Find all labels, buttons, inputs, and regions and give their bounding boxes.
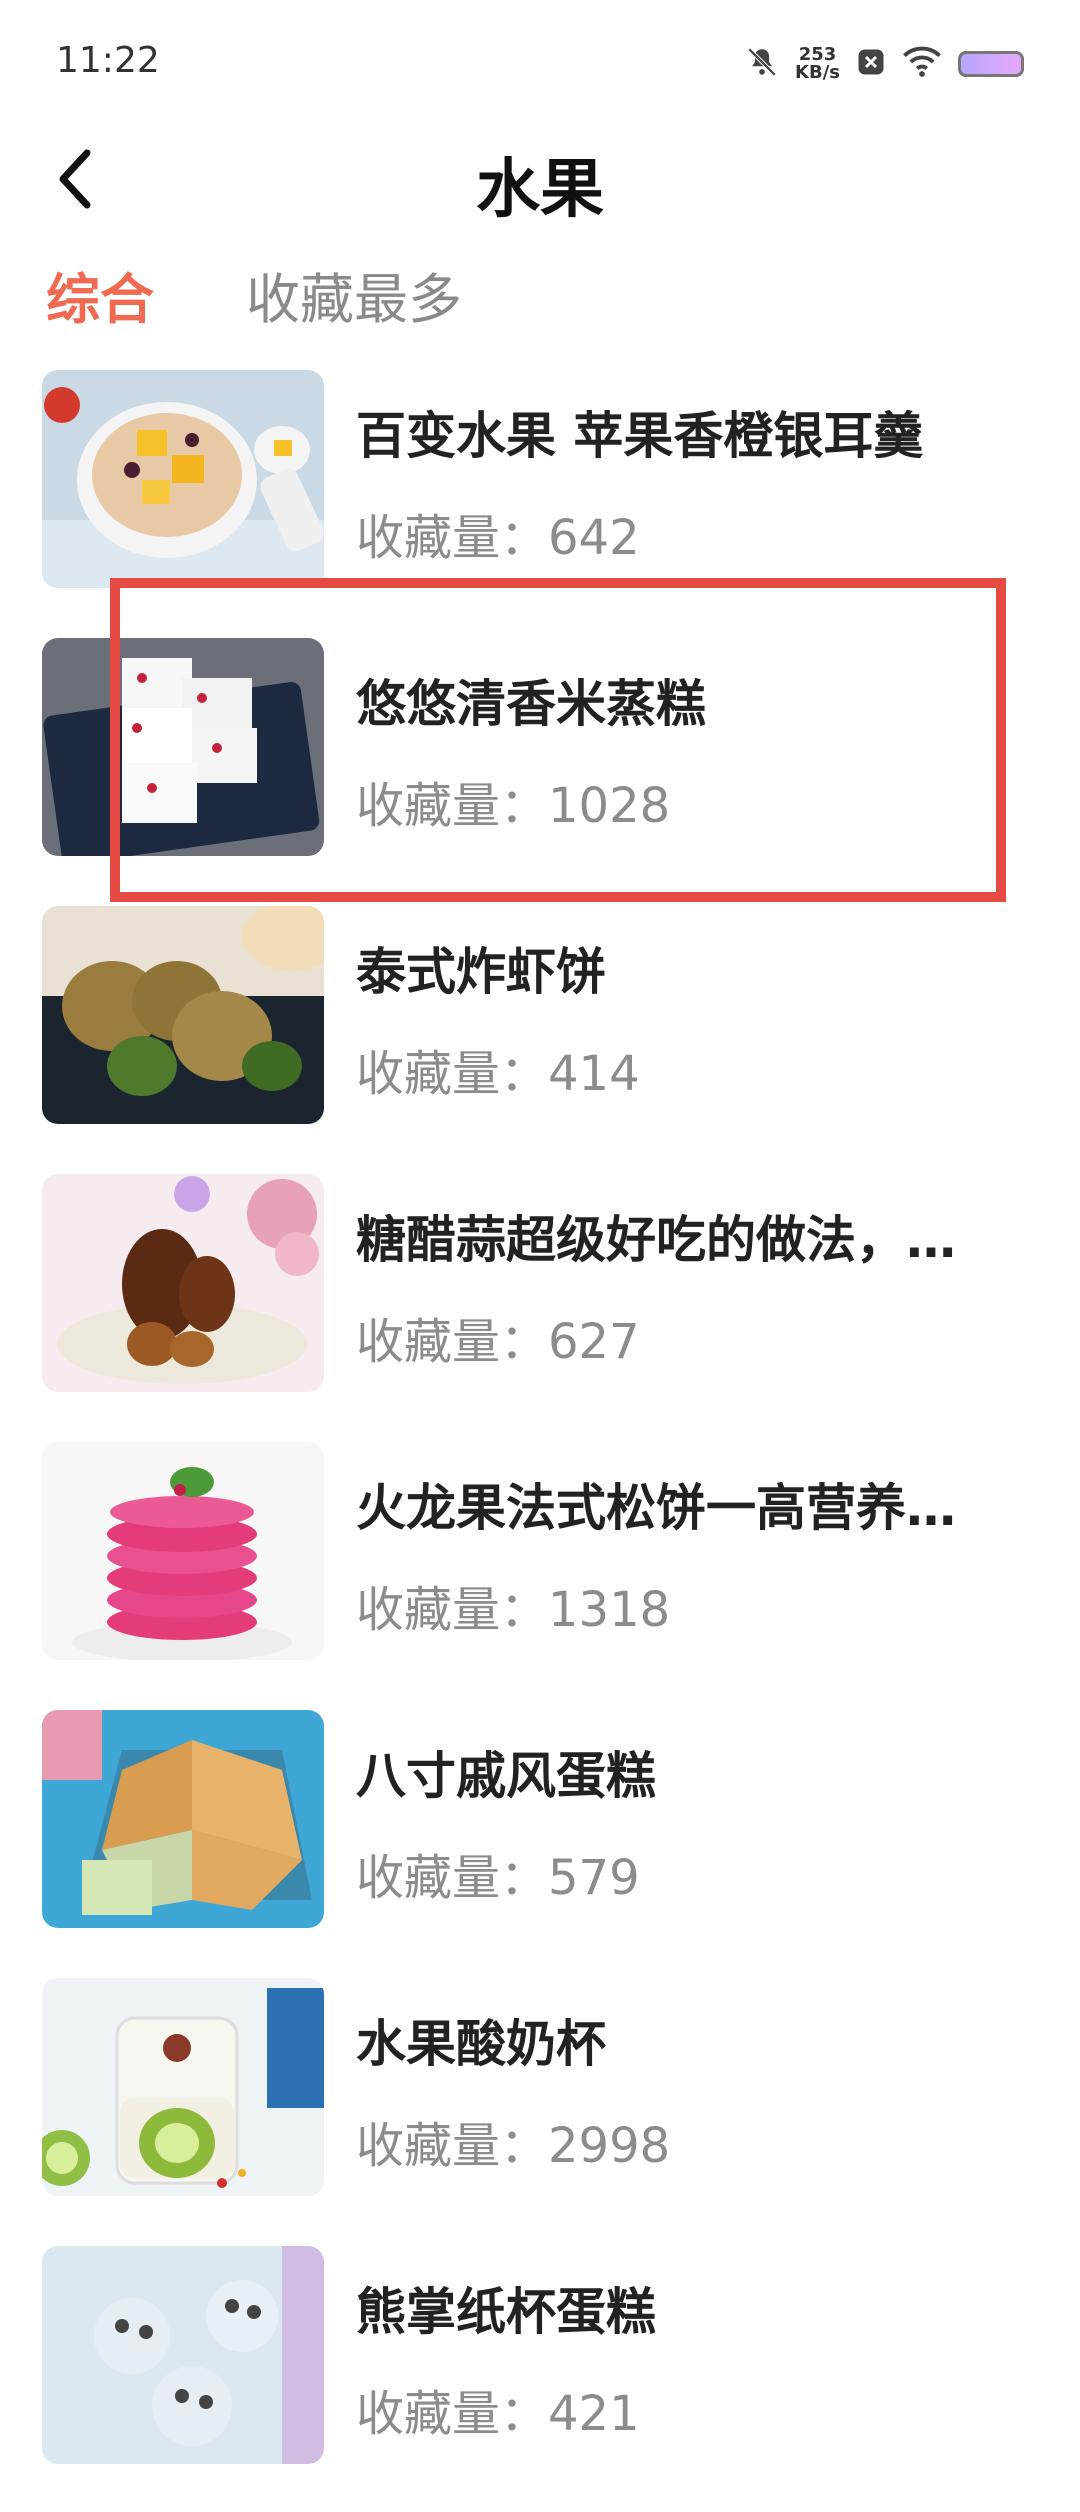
header: 水果 [0,120,1080,240]
favorite-count: 收藏量：2998 [356,2106,670,2176]
recipe-thumbnail [42,1710,324,1928]
favorite-count: 收藏量：642 [356,498,640,568]
recipe-thumbnail [42,638,324,856]
list-item[interactable]: 糖醋蒜超级好吃的做法，… 收藏量：627 [0,1172,1080,1440]
blocked-app-icon [856,47,886,81]
recipe-thumbnail [42,2246,324,2464]
favorite-count: 收藏量：414 [356,1034,640,1104]
favorite-count: 收藏量：421 [356,2374,640,2444]
recipe-thumbnail [42,906,324,1124]
favorite-value: 1028 [548,778,671,834]
status-time: 11:22 [56,40,160,81]
favorite-count: 收藏量：1318 [356,1570,670,1640]
list-item[interactable]: 熊掌纸杯蛋糕 收藏量：421 [0,2244,1080,2512]
favorite-value: 642 [548,510,640,566]
recipe-title: 糖醋蒜超级好吃的做法，… [356,1211,956,1269]
status-icons: 253 KB/s [745,40,1024,88]
mute-bell-icon [745,45,779,83]
list-item[interactable]: 火龙果法式松饼一高营养… 收藏量：1318 [0,1440,1080,1708]
favorite-value: 414 [548,1046,640,1102]
wifi-icon [902,46,942,82]
list-item[interactable]: 百变水果 苹果香橙银耳羹 收藏量：642 [0,368,1080,636]
net-speed-unit: KB/s [795,62,840,83]
recipe-thumbnail [42,1174,324,1392]
favorite-label: 收藏量： [356,510,549,566]
favorite-count: 收藏量：1028 [356,766,670,836]
list-item[interactable]: 悠悠清香米蒸糕 收藏量：1028 [0,636,1080,904]
favorite-value: 627 [548,1314,640,1370]
recipe-title: 水果酸奶杯 [356,2015,606,2073]
favorite-label: 收藏量： [356,1582,549,1638]
favorite-label: 收藏量： [356,1046,549,1102]
favorite-label: 收藏量： [356,2118,549,2174]
list-item[interactable]: 泰式炸虾饼 收藏量：414 [0,904,1080,1172]
recipe-title: 泰式炸虾饼 [356,943,606,1001]
recipe-title: 火龙果法式松饼一高营养… [356,1479,956,1537]
net-speed: 253 KB/s [795,46,840,82]
favorite-label: 收藏量： [356,1850,549,1906]
favorite-label: 收藏量： [356,1314,549,1370]
list-item[interactable]: 水果酸奶杯 收藏量：2998 [0,1976,1080,2244]
recipe-title: 悠悠清香米蒸糕 [356,675,706,733]
status-bar: 11:22 253 KB/s [0,0,1080,120]
favorite-value: 2998 [548,2118,671,2174]
favorite-value: 1318 [548,1582,671,1638]
recipe-thumbnail [42,1442,324,1660]
recipe-title: 八寸戚风蛋糕 [356,1747,656,1805]
battery-icon [958,51,1024,77]
recipe-title: 熊掌纸杯蛋糕 [356,2283,656,2341]
recipe-thumbnail [42,1978,324,2196]
tab-comprehensive[interactable]: 综合 [46,255,154,334]
page-title: 水果 [476,153,604,227]
favorite-label: 收藏量： [356,778,549,834]
recipe-thumbnail [42,370,324,588]
tab-most-favorited[interactable]: 收藏最多 [246,255,462,334]
favorite-label: 收藏量： [356,2386,549,2442]
favorite-count: 收藏量：627 [356,1302,640,1372]
recipe-title: 百变水果 苹果香橙银耳羹 [356,407,924,465]
sort-tabs: 综合 收藏最多 [46,255,462,334]
recipe-list: 百变水果 苹果香橙银耳羹 收藏量：642 悠悠清香米蒸糕 收藏量：1028 泰式… [0,368,1080,2512]
favorite-count: 收藏量：579 [356,1838,640,1908]
list-item[interactable]: 八寸戚风蛋糕 收藏量：579 [0,1708,1080,1976]
favorite-value: 421 [548,2386,640,2442]
favorite-value: 579 [548,1850,640,1906]
